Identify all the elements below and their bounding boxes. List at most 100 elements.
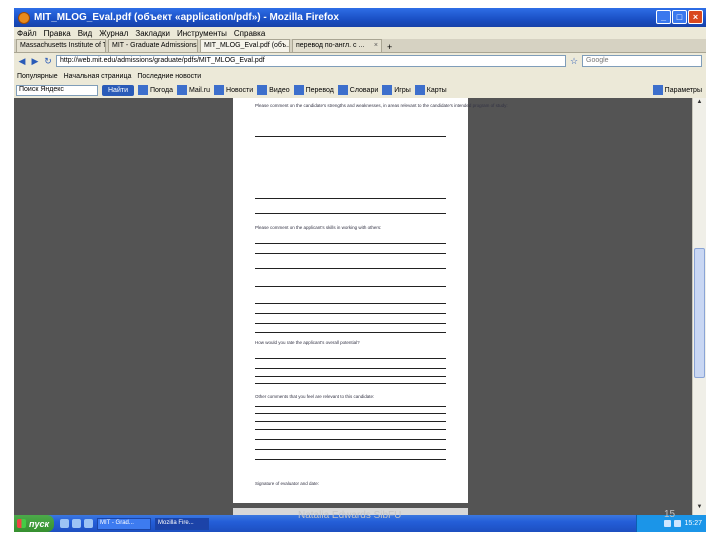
screen: MIT_MLOG_Eval.pdf (объект «application/p…	[14, 8, 706, 532]
answer-line	[255, 286, 446, 287]
tab-translate[interactable]: перевод по-англ. с ... ×	[292, 39, 382, 52]
question-strengths: Please comment on the candidate's streng…	[255, 103, 508, 108]
slide-page-number: 15	[664, 509, 676, 520]
media-icon[interactable]	[84, 519, 93, 528]
answer-line	[255, 413, 446, 414]
tab-label: Massachusetts Institute of T...	[20, 42, 106, 49]
tab-bar: Massachusetts Institute of T...× MIT - G…	[14, 39, 706, 53]
signature-label: Signature of evaluator and date:	[255, 481, 320, 486]
answer-line	[255, 459, 446, 460]
answer-line	[255, 429, 446, 430]
answer-line	[255, 303, 446, 304]
menu-help[interactable]: Справка	[234, 29, 265, 38]
tab-graduate-admissions[interactable]: MIT - Graduate Admissions×	[108, 39, 198, 52]
scroll-thumb[interactable]	[694, 248, 705, 378]
menu-bookmarks[interactable]: Закладки	[135, 29, 170, 38]
answer-line	[255, 243, 446, 244]
taskbar-item-graduate[interactable]: MIT - Grad...	[97, 517, 151, 530]
tab-label: MIT - Graduate Admissions	[112, 42, 197, 49]
menu-history[interactable]: Журнал	[99, 29, 128, 38]
new-tab-icon[interactable]: +	[384, 42, 395, 52]
pdf-page: Please comment on the candidate's streng…	[233, 98, 508, 503]
bookmark-popular[interactable]: Популярные	[17, 73, 58, 80]
answer-line	[255, 268, 446, 269]
bookmark-home[interactable]: Начальная страница	[64, 73, 132, 80]
ie-icon[interactable]	[60, 519, 69, 528]
answer-line	[255, 368, 446, 369]
minimize-button[interactable]: _	[656, 10, 671, 24]
firefox-icon	[18, 11, 30, 24]
menu-file[interactable]: Файл	[17, 29, 37, 38]
close-button[interactable]: ×	[688, 10, 703, 24]
window-controls: _ □ ×	[656, 10, 703, 24]
menu-edit[interactable]: Правка	[44, 29, 71, 38]
volume-icon[interactable]	[674, 520, 682, 527]
menu-tools[interactable]: Инструменты	[177, 29, 227, 38]
close-icon[interactable]: ×	[374, 42, 378, 52]
answer-line	[255, 313, 446, 314]
yandex-toolbar: Поиск Яндекс Найти Погода Mail.ru Новост…	[14, 83, 706, 97]
toolbar-item-weather[interactable]: Погода	[137, 85, 174, 95]
tab-pdf[interactable]: MIT_MLOG_Eval.pdf (объ...×	[200, 39, 290, 52]
start-button[interactable]: пуск	[14, 515, 54, 532]
menu-bar: Файл Правка Вид Журнал Закладки Инструме…	[14, 27, 706, 39]
window-title: MIT_MLOG_Eval.pdf (объект «application/p…	[34, 12, 339, 23]
answer-line	[255, 421, 446, 422]
weather-icon	[137, 85, 148, 95]
toolbar-search-input[interactable]: Поиск Яндекс	[16, 84, 98, 96]
toolbar-item-label: Видео	[269, 86, 290, 94]
dictionary-icon	[337, 85, 348, 95]
toolbar-item-label: Погода	[149, 86, 174, 94]
back-icon[interactable]: ◀	[17, 56, 27, 67]
maximize-button[interactable]: □	[672, 10, 687, 24]
translate-icon	[293, 85, 304, 95]
toolbar-settings-label: Параметры	[664, 86, 702, 94]
start-label: пуск	[29, 518, 50, 529]
scroll-up-icon[interactable]: ▲	[694, 99, 705, 109]
answer-line	[255, 213, 446, 214]
title-bar: MIT_MLOG_Eval.pdf (объект «application/p…	[14, 8, 706, 27]
toolbar-item-games[interactable]: Игры	[382, 85, 411, 95]
pdf-viewer[interactable]: Please comment on the candidate's streng…	[14, 98, 692, 515]
map-icon	[414, 85, 425, 95]
toolbar-item-translate[interactable]: Перевод	[293, 85, 334, 95]
answer-line	[255, 198, 446, 199]
navigation-bar: ◀ ▶ ↻ http://web.mit.edu/admissions/grad…	[14, 53, 706, 69]
toolbar-settings[interactable]: Параметры	[652, 85, 706, 95]
windows-logo-icon	[17, 519, 26, 528]
tab-mit-home[interactable]: Massachusetts Institute of T...×	[16, 39, 106, 52]
toolbar-item-label: Перевод	[305, 86, 334, 94]
bookmarks-bar: Популярные Начальная страница Последние …	[14, 70, 706, 82]
news-icon	[214, 85, 225, 95]
toolbar-item-video[interactable]: Видео	[257, 85, 290, 95]
menu-view[interactable]: Вид	[78, 29, 92, 38]
toolbar-item-label: Mail.ru	[189, 86, 211, 94]
toolbar-item-label: Новости	[226, 86, 254, 94]
reload-icon[interactable]: ↻	[43, 56, 53, 67]
scroll-down-icon[interactable]: ▼	[694, 504, 705, 514]
answer-line	[255, 449, 446, 450]
quick-launch	[60, 519, 93, 528]
toolbar-item-mail[interactable]: Mail.ru	[177, 85, 210, 95]
toolbar-item-dictionaries[interactable]: Словари	[337, 85, 379, 95]
toolbar-search-button[interactable]: Найти	[102, 84, 134, 96]
toolbar-item-maps[interactable]: Карты	[414, 85, 447, 95]
star-icon[interactable]: ☆	[569, 56, 579, 67]
url-input[interactable]: http://web.mit.edu/admissions/graduate/p…	[56, 55, 566, 67]
taskbar-item-firefox[interactable]: Mozilla Fire...	[155, 517, 209, 530]
search-input[interactable]: Google	[582, 55, 702, 67]
network-icon[interactable]	[664, 520, 672, 527]
answer-line	[255, 406, 446, 407]
desktop-icon[interactable]	[72, 519, 81, 528]
tab-label: перевод по-англ. с ...	[296, 42, 365, 49]
question-other-comments: Other comments that you feel are relevan…	[255, 394, 375, 399]
answer-line	[255, 332, 446, 333]
answer-line	[255, 136, 446, 137]
bookmark-news[interactable]: Последние новости	[137, 73, 201, 80]
answer-line	[255, 323, 446, 324]
vertical-scrollbar[interactable]: ▲ ▼	[692, 98, 706, 515]
toolbar-item-news[interactable]: Новости	[214, 85, 253, 95]
toolbar-item-label: Словари	[349, 86, 379, 94]
toolbar-item-label: Карты	[426, 86, 447, 94]
forward-icon[interactable]: ▶	[30, 56, 40, 67]
